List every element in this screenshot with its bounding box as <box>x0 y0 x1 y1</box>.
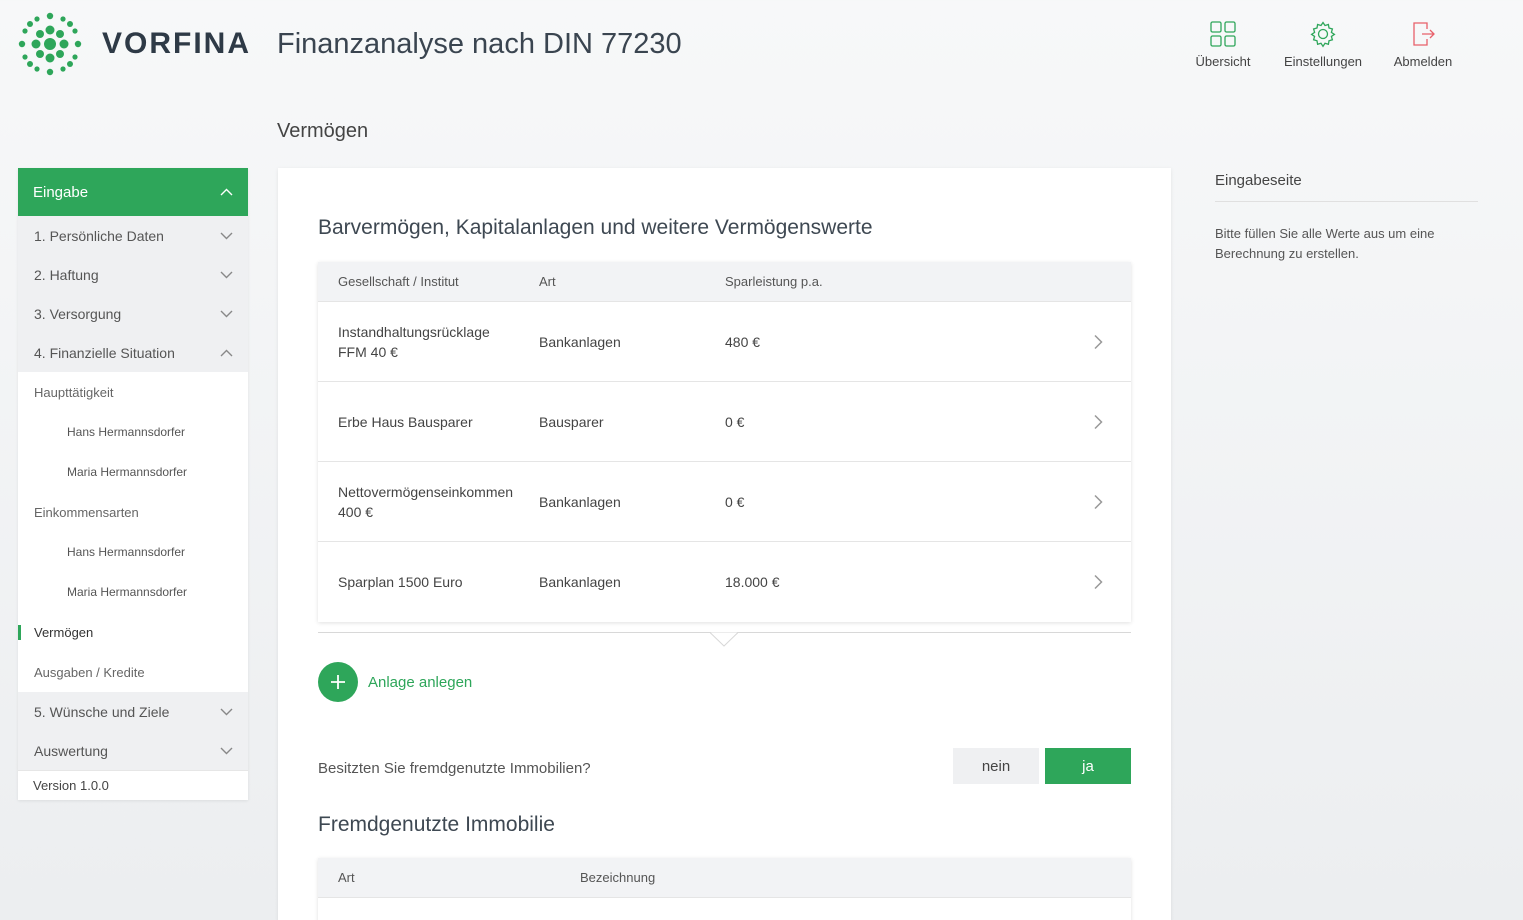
sidebar-header-eingabe[interactable]: Eingabe <box>18 168 248 216</box>
app-header: VORFINA Finanzanalyse nach DIN 77230 Übe… <box>0 0 1523 100</box>
logo-dots-icon <box>18 12 82 76</box>
table-header: Art Bezeichnung <box>318 858 1131 898</box>
sidebar-item-label: 5. Wünsche und Ziele <box>34 703 170 720</box>
cell-amount: 0 € <box>725 493 745 510</box>
page-title: Vermögen <box>277 120 369 142</box>
cell-institut-line2: 400 € <box>338 503 374 520</box>
table-row <box>318 898 1131 920</box>
cell-institut: Sparplan 1500 Euro <box>318 572 539 592</box>
sidebar-sub-vermoegen[interactable]: Vermögen <box>18 612 248 652</box>
toggle-no-button[interactable]: nein <box>953 748 1039 784</box>
settings-button[interactable]: Einstellungen <box>1273 20 1373 69</box>
cell-art: Bankanlagen <box>539 493 621 510</box>
sidebar-item-label: 4. Finanzielle Situation <box>34 344 175 361</box>
cell-amount: 18.000 € <box>725 574 780 590</box>
column-header-institut: Gesellschaft / Institut <box>338 273 459 289</box>
table-row[interactable]: Instandhaltungsrücklage FFM 40 € Bankanl… <box>318 302 1131 382</box>
sidebar-item-wuensche-ziele[interactable]: 5. Wünsche und Ziele <box>18 692 248 731</box>
property-table: Art Bezeichnung <box>318 858 1131 920</box>
chevron-down-icon <box>220 747 233 754</box>
cell-institut-line1: Nettovermögenseinkommen <box>338 483 514 500</box>
info-title: Eingabeseite <box>1215 172 1478 202</box>
table-row[interactable]: Erbe Haus Bausparer Bausparer 0 € <box>318 382 1131 462</box>
chevron-right-icon[interactable] <box>1093 494 1103 510</box>
cell-institut-line1: Instandhaltungsrücklage <box>338 323 490 340</box>
app-title: Finanzanalyse nach DIN 77230 <box>277 28 682 60</box>
column-header-sparleistung: Sparleistung p.a. <box>725 274 823 289</box>
rental-property-toggle: nein ja <box>953 748 1131 784</box>
assets-table: Gesellschaft / Institut Art Sparleistung… <box>318 262 1131 622</box>
chevron-down-icon <box>220 310 233 317</box>
sidebar-item-finanzielle-situation[interactable]: 4. Finanzielle Situation <box>18 333 248 372</box>
grid-icon <box>1210 21 1236 47</box>
cell-institut-line1: Erbe Haus Bausparer <box>338 413 473 430</box>
add-asset-button[interactable]: Anlage anlegen <box>318 662 472 702</box>
cell-institut: Nettovermögenseinkommen 400 € <box>318 482 539 522</box>
column-header-art: Art <box>539 274 556 289</box>
cell-art: Bankanlagen <box>539 574 621 590</box>
sidebar-sub-haupttaetigkeit[interactable]: Haupttätigkeit <box>18 372 248 412</box>
overview-label: Übersicht <box>1195 54 1251 69</box>
sidebar-sub-maria-einkommen[interactable]: Maria Hermannsdorfer <box>18 572 248 612</box>
plus-icon <box>318 662 358 702</box>
toggle-yes-button[interactable]: ja <box>1045 748 1131 784</box>
chevron-down-icon <box>220 271 233 278</box>
chevron-down-icon <box>220 232 233 239</box>
settings-label: Einstellungen <box>1283 54 1363 69</box>
rental-property-question: Besitzten Sie fremdgenutzte Immobilien? <box>318 760 591 777</box>
sidebar-item-versorgung[interactable]: 3. Versorgung <box>18 294 248 333</box>
gear-icon <box>1310 21 1336 48</box>
sidebar-sub-einkommensarten[interactable]: Einkommensarten <box>18 492 248 532</box>
cell-institut: Instandhaltungsrücklage FFM 40 € <box>318 322 539 362</box>
chevron-down-icon <box>220 708 233 715</box>
sidebar-sub-maria-haupttaetigkeit[interactable]: Maria Hermannsdorfer <box>18 452 248 492</box>
table-row[interactable]: Sparplan 1500 Euro Bankanlagen 18.000 € <box>318 542 1131 622</box>
info-panel: Eingabeseite Bitte füllen Sie alle Werte… <box>1215 172 1478 264</box>
chevron-up-icon <box>220 188 233 196</box>
logout-icon <box>1413 22 1435 46</box>
sidebar-item-label: Auswertung <box>34 742 108 759</box>
logout-button[interactable]: Abmelden <box>1373 20 1473 69</box>
sidebar-item-auswertung[interactable]: Auswertung <box>18 731 248 770</box>
divider-notch-icon <box>710 632 738 647</box>
sidebar-nav: Eingabe 1. Persönliche Daten 2. Haftung … <box>18 168 248 800</box>
top-actions: Übersicht Einstellungen Abmelden <box>1173 20 1473 69</box>
cell-amount: 0 € <box>725 413 745 430</box>
chevron-right-icon[interactable] <box>1093 334 1103 350</box>
cell-amount: 480 € <box>725 333 761 350</box>
sidebar-item-haftung[interactable]: 2. Haftung <box>18 255 248 294</box>
sidebar-item-persoenliche-daten[interactable]: 1. Persönliche Daten <box>18 216 248 255</box>
sidebar-sub-ausgaben-kredite[interactable]: Ausgaben / Kredite <box>18 652 248 692</box>
add-asset-label: Anlage anlegen <box>368 673 473 691</box>
chevron-right-icon[interactable] <box>1093 574 1103 590</box>
sidebar-item-label: 2. Haftung <box>34 266 99 283</box>
info-text: Bitte füllen Sie alle Werte aus um eine … <box>1215 226 1435 261</box>
table-row[interactable]: Nettovermögenseinkommen 400 € Bankanlage… <box>318 462 1131 542</box>
sidebar-item-label: 3. Versorgung <box>34 305 122 322</box>
version-label: Version 1.0.0 <box>18 770 248 800</box>
cell-institut-line2: FFM 40 € <box>338 343 398 360</box>
overview-button[interactable]: Übersicht <box>1173 20 1273 69</box>
sidebar-item-label: 1. Persönliche Daten <box>34 227 164 244</box>
logo-text: VORFINA <box>102 27 251 60</box>
cell-institut: Erbe Haus Bausparer <box>318 412 539 432</box>
section-title: Barvermögen, Kapitalanlagen und weitere … <box>318 216 873 239</box>
logout-label: Abmelden <box>1393 54 1453 69</box>
vorfina-logo[interactable]: VORFINA <box>16 10 251 78</box>
chevron-right-icon[interactable] <box>1093 414 1103 430</box>
cell-art: Bankanlagen <box>539 333 621 350</box>
main-card: Barvermögen, Kapitalanlagen und weitere … <box>278 168 1171 920</box>
column-header-bezeichnung: Bezeichnung <box>580 870 656 885</box>
section2-title: Fremdgenutzte Immobilie <box>318 813 555 836</box>
column-header-art: Art <box>338 870 355 885</box>
sidebar-sub-hans-haupttaetigkeit[interactable]: Hans Hermannsdorfer <box>18 412 248 452</box>
sidebar-sub-hans-einkommen[interactable]: Hans Hermannsdorfer <box>18 532 248 572</box>
sidebar-header-label: Eingabe <box>33 183 89 201</box>
table-header: Gesellschaft / Institut Art Sparleistung… <box>318 262 1131 302</box>
cell-institut-line1: Sparplan 1500 Euro <box>338 574 463 590</box>
cell-art: Bausparer <box>539 413 604 430</box>
chevron-up-icon <box>220 349 233 356</box>
